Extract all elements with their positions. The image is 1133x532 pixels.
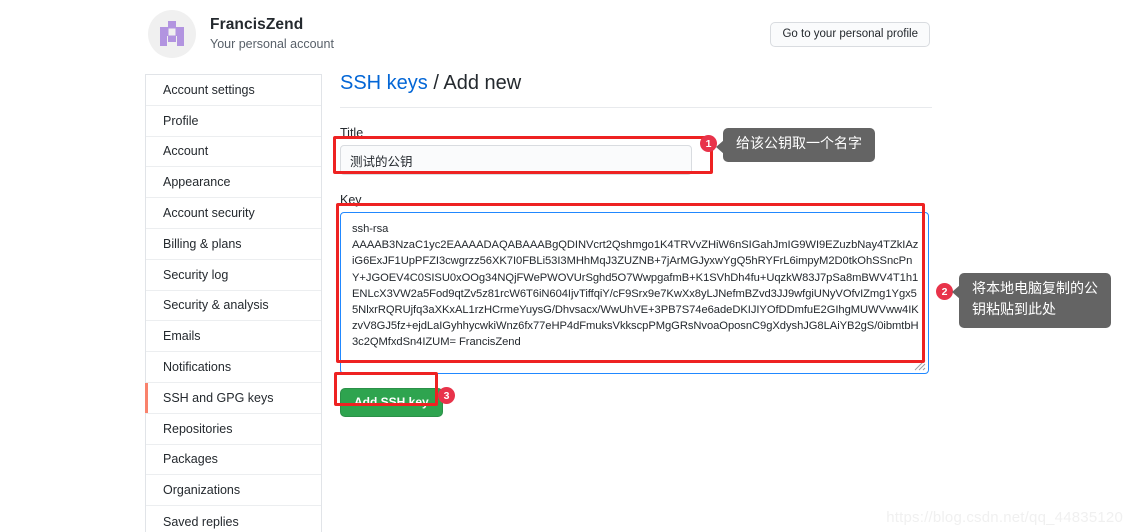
account-header: FrancisZend Your personal account	[148, 10, 334, 58]
sidebar-item-label: Repositories	[163, 421, 233, 436]
add-ssh-key-button[interactable]: Add SSH key	[340, 388, 443, 417]
settings-sidebar: Account settings Profile Account Appearance…	[145, 74, 322, 532]
sidebar-item-label: Appearance	[163, 175, 231, 190]
annotation-marker-2: 2	[936, 283, 953, 300]
sidebar-item-label: Account	[163, 144, 209, 159]
page-title: SSH keys / Add new	[340, 70, 932, 108]
annotation-callout-2: 将本地电脑复制的公 钥粘贴到此处	[952, 273, 1111, 328]
key-textarea[interactable]	[340, 212, 929, 374]
account-name: FrancisZend	[210, 16, 304, 34]
watermark: https://blog.csdn.net/qq_44835120	[886, 509, 1123, 526]
annotation-marker-1: 1	[700, 135, 717, 152]
sidebar-item-label: Emails	[163, 329, 201, 344]
sidebar-item-packages[interactable]: Packages	[146, 444, 321, 476]
account-text: FrancisZend Your personal account	[210, 15, 334, 52]
breadcrumb-ssh-keys-link[interactable]: SSH keys	[340, 72, 428, 94]
sidebar-item-billing-plans[interactable]: Billing & plans	[146, 228, 321, 260]
sidebar-item-label: Packages	[163, 452, 218, 467]
sidebar-item-saved-replies[interactable]: Saved replies	[146, 506, 321, 532]
go-to-personal-profile-button[interactable]: Go to your personal profile	[770, 22, 930, 47]
sidebar-item-account-settings[interactable]: Account settings	[146, 75, 321, 106]
sidebar-item-repositories[interactable]: Repositories	[146, 413, 321, 445]
key-field-label: Key	[340, 193, 362, 207]
sidebar-item-profile[interactable]: Profile	[146, 105, 321, 137]
breadcrumb-separator: /	[427, 72, 444, 94]
sidebar-item-label: Security & analysis	[163, 298, 269, 313]
sidebar-item-account[interactable]: Account	[146, 136, 321, 168]
sidebar-item-appearance[interactable]: Appearance	[146, 167, 321, 199]
avatar[interactable]	[148, 10, 196, 58]
breadcrumb-current: Add new	[443, 72, 522, 94]
sidebar-item-notifications[interactable]: Notifications	[146, 352, 321, 383]
page-root: FrancisZend Your personal account Go to …	[0, 0, 1133, 532]
sidebar-item-label: Organizations	[163, 483, 241, 498]
sidebar-item-label: Profile	[163, 113, 199, 128]
key-textarea-wrapper	[340, 212, 929, 374]
sidebar-item-label: Account settings	[163, 82, 255, 97]
account-subtitle: Your personal account	[210, 36, 334, 51]
sidebar-item-organizations[interactable]: Organizations	[146, 475, 321, 507]
identicon-avatar-icon	[160, 21, 184, 46]
sidebar-item-security-analysis[interactable]: Security & analysis	[146, 290, 321, 322]
main-content: SSH keys / Add new Title Key Add SSH key	[340, 70, 932, 417]
sidebar-item-ssh-and-gpg-keys[interactable]: SSH and GPG keys	[145, 382, 321, 414]
sidebar-item-label: Billing & plans	[163, 236, 242, 251]
sidebar-item-security-log[interactable]: Security log	[146, 259, 321, 291]
sidebar-item-label: SSH and GPG keys	[163, 390, 274, 405]
sidebar-item-label: Account security	[163, 206, 255, 221]
sidebar-item-emails[interactable]: Emails	[146, 321, 321, 353]
sidebar-item-label: Notifications	[163, 360, 232, 375]
sidebar-item-account-security[interactable]: Account security	[146, 198, 321, 229]
annotation-marker-3: 3	[438, 387, 455, 404]
sidebar-item-label: Security log	[163, 267, 229, 282]
title-input[interactable]	[340, 145, 692, 175]
sidebar-item-label: Saved replies	[163, 514, 239, 529]
annotation-callout-1: 给该公钥取一个名字	[716, 128, 875, 162]
